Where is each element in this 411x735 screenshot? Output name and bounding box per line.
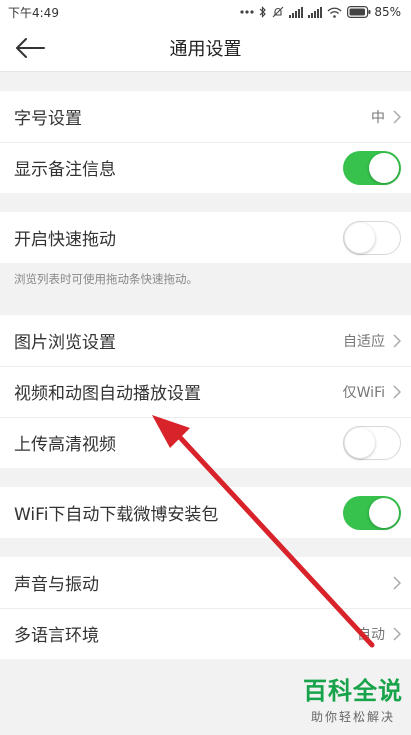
language-label: 多语言环境 <box>14 626 99 646</box>
cell-signal-icon <box>289 6 304 18</box>
watermark-subtitle: 助你轻松解决 <box>310 710 395 724</box>
fast-drag-hint: 浏览列表时可使用拖动条快速拖动。 <box>14 272 198 286</box>
hd-upload-row: 上传高清视频 <box>0 417 411 468</box>
mute-bell-icon <box>272 6 284 18</box>
autoplay-setting-row[interactable]: 视频和动图自动播放设置 仅WiFi <box>0 366 411 417</box>
wifi-auto-download-toggle[interactable] <box>343 495 401 530</box>
language-value: 自动 <box>357 626 385 643</box>
font-size-setting-row[interactable]: 字号设置 中 <box>0 91 411 142</box>
page-title: 通用设置 <box>169 38 242 60</box>
wifi-auto-download-label: WiFi下自动下载微博安装包 <box>14 505 219 525</box>
chevron-right-icon <box>393 626 401 641</box>
back-arrow-icon <box>16 38 45 58</box>
back-button[interactable] <box>10 32 50 64</box>
language-setting-row[interactable]: 多语言环境 自动 <box>0 608 411 659</box>
cell-signal-2-icon <box>308 6 323 18</box>
show-remark-label: 显示备注信息 <box>14 160 116 180</box>
battery-icon <box>347 6 371 18</box>
sound-vibration-label: 声音与振动 <box>14 575 99 595</box>
nav-bar: 通用设置 <box>0 24 411 72</box>
watermark-title: 百科全说 <box>303 677 403 705</box>
settings-group-display: 字号设置 中 显示备注信息 <box>0 91 411 193</box>
watermark-logo: 百科全说 助你轻松解决 <box>303 671 403 725</box>
settings-group-download: WiFi下自动下载微博安装包 <box>0 487 411 538</box>
chevron-right-icon <box>393 575 401 590</box>
image-browse-setting-row[interactable]: 图片浏览设置 自适应 <box>0 315 411 366</box>
hd-upload-toggle[interactable] <box>343 425 401 460</box>
wifi-auto-download-row: WiFi下自动下载微博安装包 <box>0 487 411 538</box>
show-remark-toggle[interactable] <box>343 150 401 185</box>
wifi-icon <box>327 7 342 18</box>
fast-drag-toggle[interactable] <box>343 220 401 255</box>
chevron-right-icon <box>393 384 401 399</box>
hd-upload-label: 上传高清视频 <box>14 435 116 455</box>
signal-dots-icon <box>240 10 254 14</box>
status-icons: 85% <box>240 5 401 19</box>
settings-group-drag: 开启快速拖动 <box>0 212 411 263</box>
image-browse-label: 图片浏览设置 <box>14 333 116 353</box>
settings-group-media: 图片浏览设置 自适应 视频和动图自动播放设置 仅WiFi 上传高清视频 <box>0 315 411 468</box>
autoplay-label: 视频和动图自动播放设置 <box>14 384 201 404</box>
autoplay-value: 仅WiFi <box>342 384 385 401</box>
show-remark-row: 显示备注信息 <box>0 142 411 193</box>
sound-vibration-row[interactable]: 声音与振动 <box>0 557 411 608</box>
image-browse-value: 自适应 <box>343 333 385 350</box>
bluetooth-icon <box>259 6 267 18</box>
status-time: 下午4:49 <box>8 5 59 20</box>
fast-drag-label: 开启快速拖动 <box>14 230 116 250</box>
font-size-label: 字号设置 <box>14 109 82 129</box>
fast-drag-row: 开启快速拖动 <box>0 212 411 263</box>
chevron-right-icon <box>393 109 401 124</box>
settings-group-misc: 声音与振动 多语言环境 自动 <box>0 557 411 659</box>
chevron-right-icon <box>393 333 401 348</box>
battery-percent: 85% <box>374 5 401 19</box>
battery: 85% <box>347 5 401 19</box>
status-bar: 下午4:49 85% <box>0 0 411 24</box>
font-size-value: 中 <box>371 109 385 126</box>
